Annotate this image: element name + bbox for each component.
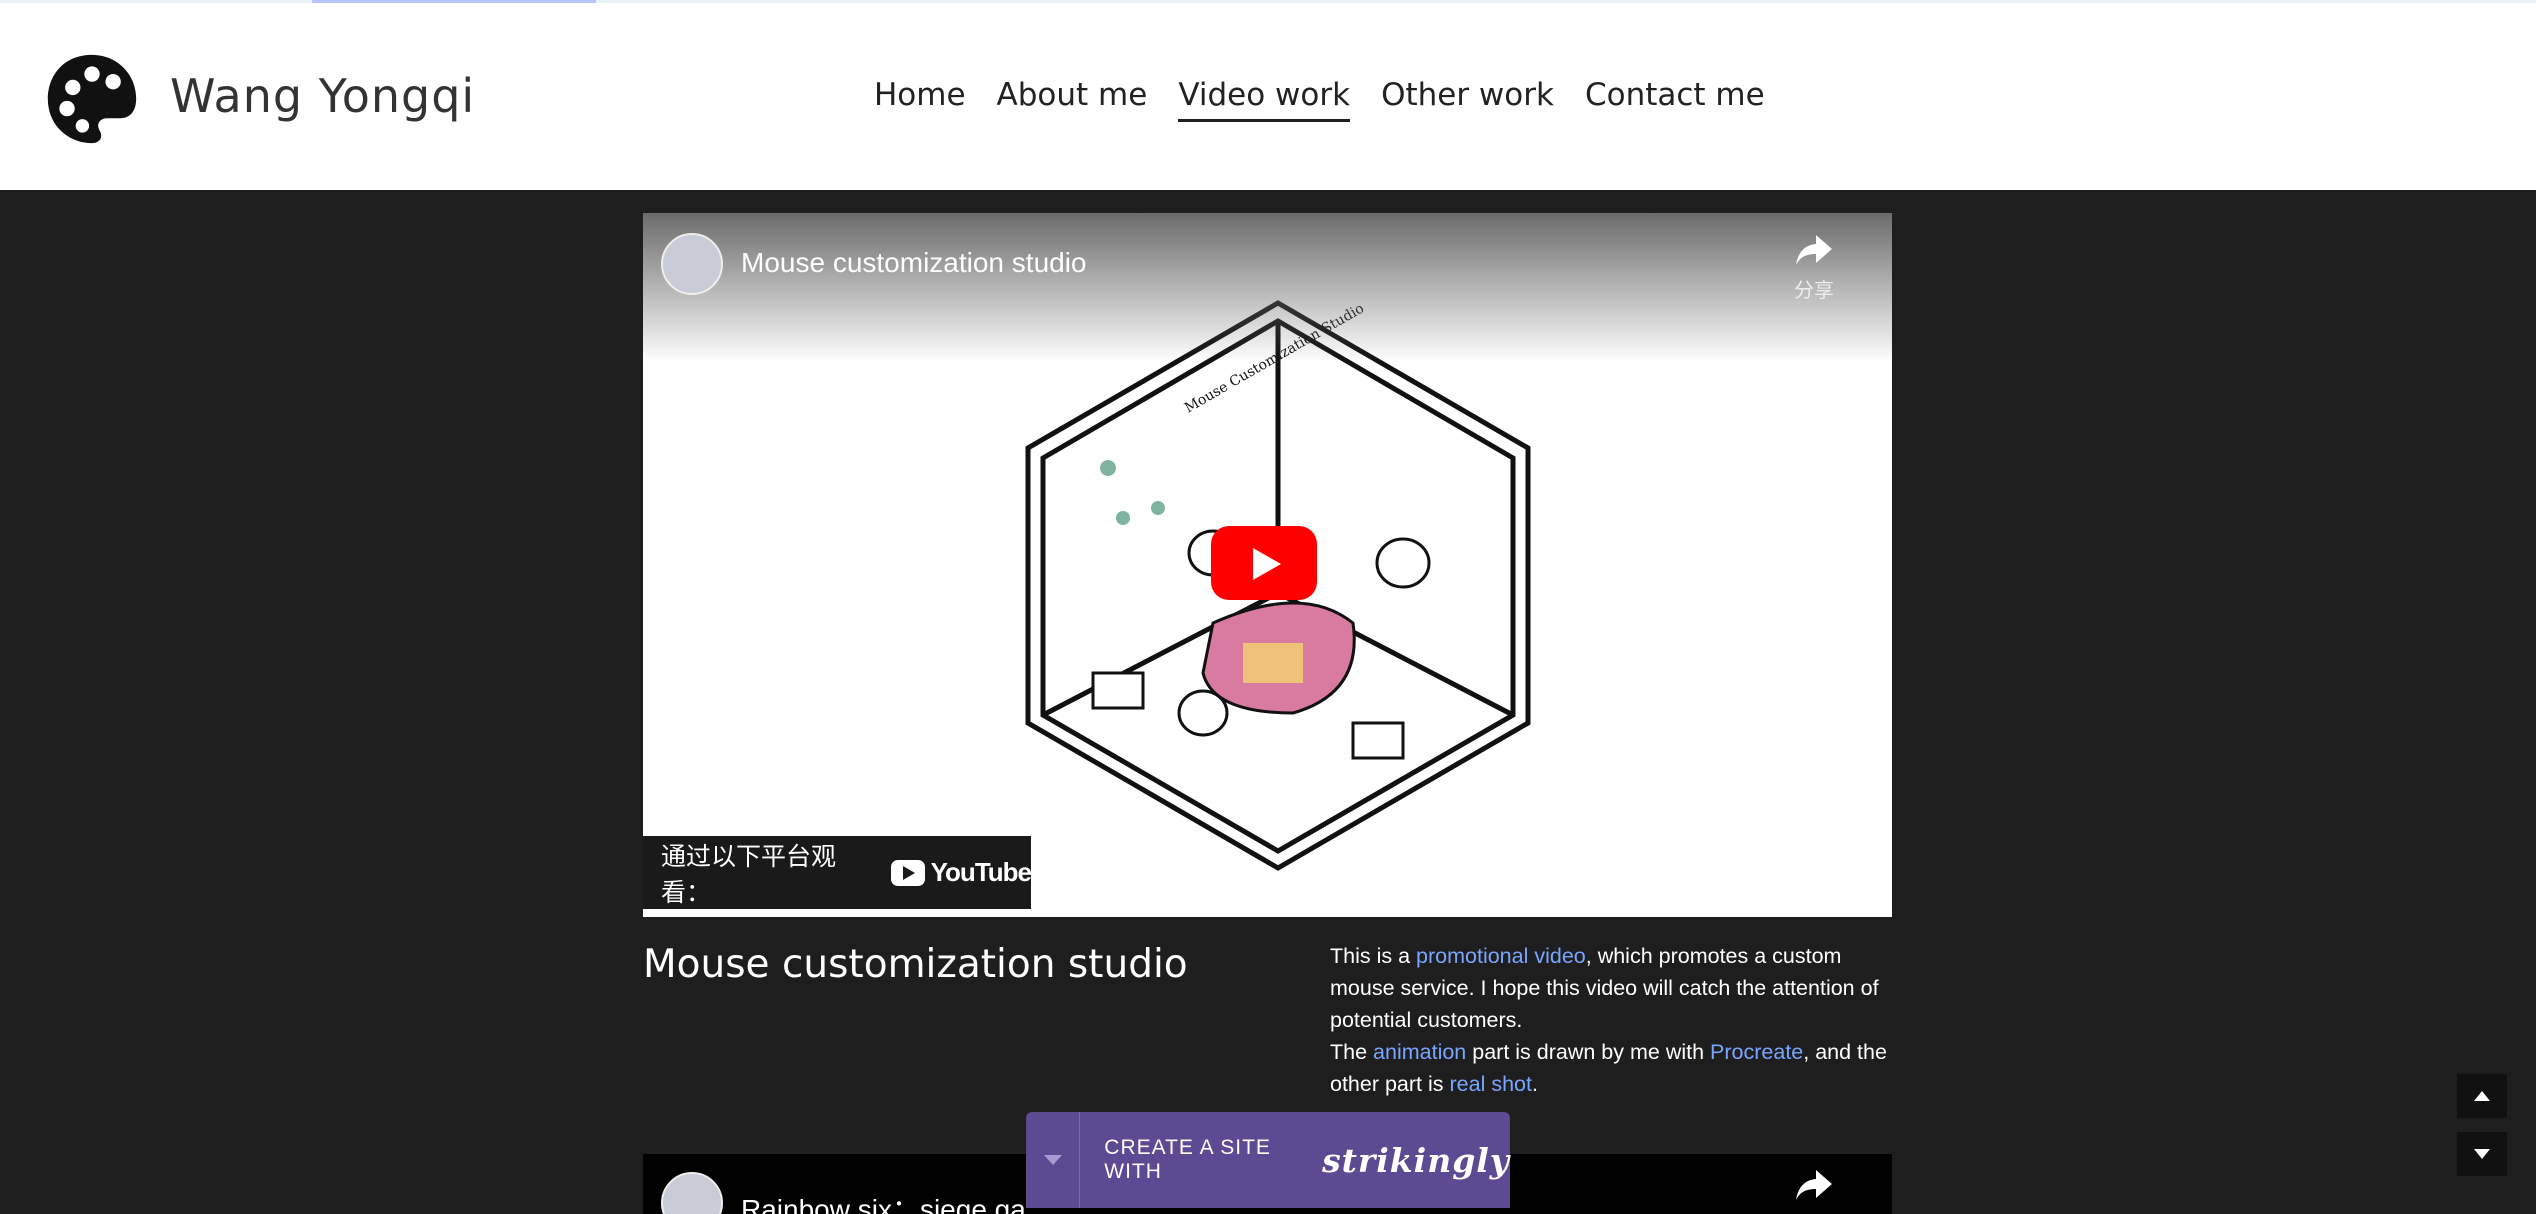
scroll-down-button[interactable]	[2457, 1132, 2507, 1176]
procreate-link[interactable]: Procreate	[1710, 1040, 1803, 1064]
promotional-video-link[interactable]: promotional video	[1416, 944, 1586, 968]
video-title[interactable]: Rainbow six：siege ga	[741, 1188, 1026, 1214]
strikingly-banner[interactable]: CREATE A SITE WITH strikingly	[1026, 1112, 1510, 1208]
animation-link[interactable]: animation	[1373, 1040, 1466, 1064]
nav-home[interactable]: Home	[874, 77, 966, 122]
video-title-overlay	[643, 213, 1892, 363]
real-shot-link[interactable]: real shot	[1450, 1072, 1532, 1096]
nav-other-work[interactable]: Other work	[1381, 77, 1554, 122]
arrow-up-icon	[2474, 1091, 2490, 1101]
site-header: Wang Yongqi Home About me Video work Oth…	[0, 0, 2536, 190]
video-title[interactable]: Mouse customization studio	[741, 247, 1087, 279]
palette-logo-icon[interactable]	[44, 51, 140, 147]
nav-contact-me[interactable]: Contact me	[1585, 77, 1765, 122]
nav-about-me[interactable]: About me	[997, 77, 1148, 122]
arrow-down-icon	[2474, 1149, 2490, 1159]
chevron-down-icon	[1043, 1155, 1062, 1165]
share-arrow-icon	[1796, 235, 1832, 265]
youtube-play-icon	[890, 859, 925, 886]
watch-on-label: 通过以下平台观看：	[661, 842, 837, 907]
scroll-up-button[interactable]	[2457, 1074, 2507, 1118]
youtube-embed-mouse-studio[interactable]: Mouse Customization Studio Mouse customi…	[643, 213, 1892, 917]
banner-collapse-toggle[interactable]	[1026, 1112, 1081, 1208]
channel-avatar[interactable]	[661, 233, 723, 295]
main-nav: Home About me Video work Other work Cont…	[874, 77, 1796, 122]
nav-video-work[interactable]: Video work	[1178, 77, 1351, 122]
share-button[interactable]	[1784, 1168, 1844, 1207]
youtube-logo: YouTube	[890, 857, 1032, 888]
watch-on-youtube-button[interactable]: 通过以下平台观看： YouTube	[643, 836, 1032, 909]
play-button[interactable]	[1211, 526, 1317, 600]
share-arrow-icon	[1796, 1170, 1832, 1200]
share-button[interactable]: 分享	[1784, 233, 1844, 303]
loading-progress-bar	[312, 0, 596, 3]
share-label: 分享	[1794, 280, 1834, 302]
project-title: Mouse customization studio	[643, 942, 1188, 987]
site-title[interactable]: Wang Yongqi	[170, 69, 475, 123]
banner-text: CREATE A SITE WITH	[1104, 1136, 1271, 1183]
strikingly-logo: strikingly	[1322, 1140, 1510, 1180]
project-description: This is a promotional video, which promo…	[1330, 944, 1887, 1096]
